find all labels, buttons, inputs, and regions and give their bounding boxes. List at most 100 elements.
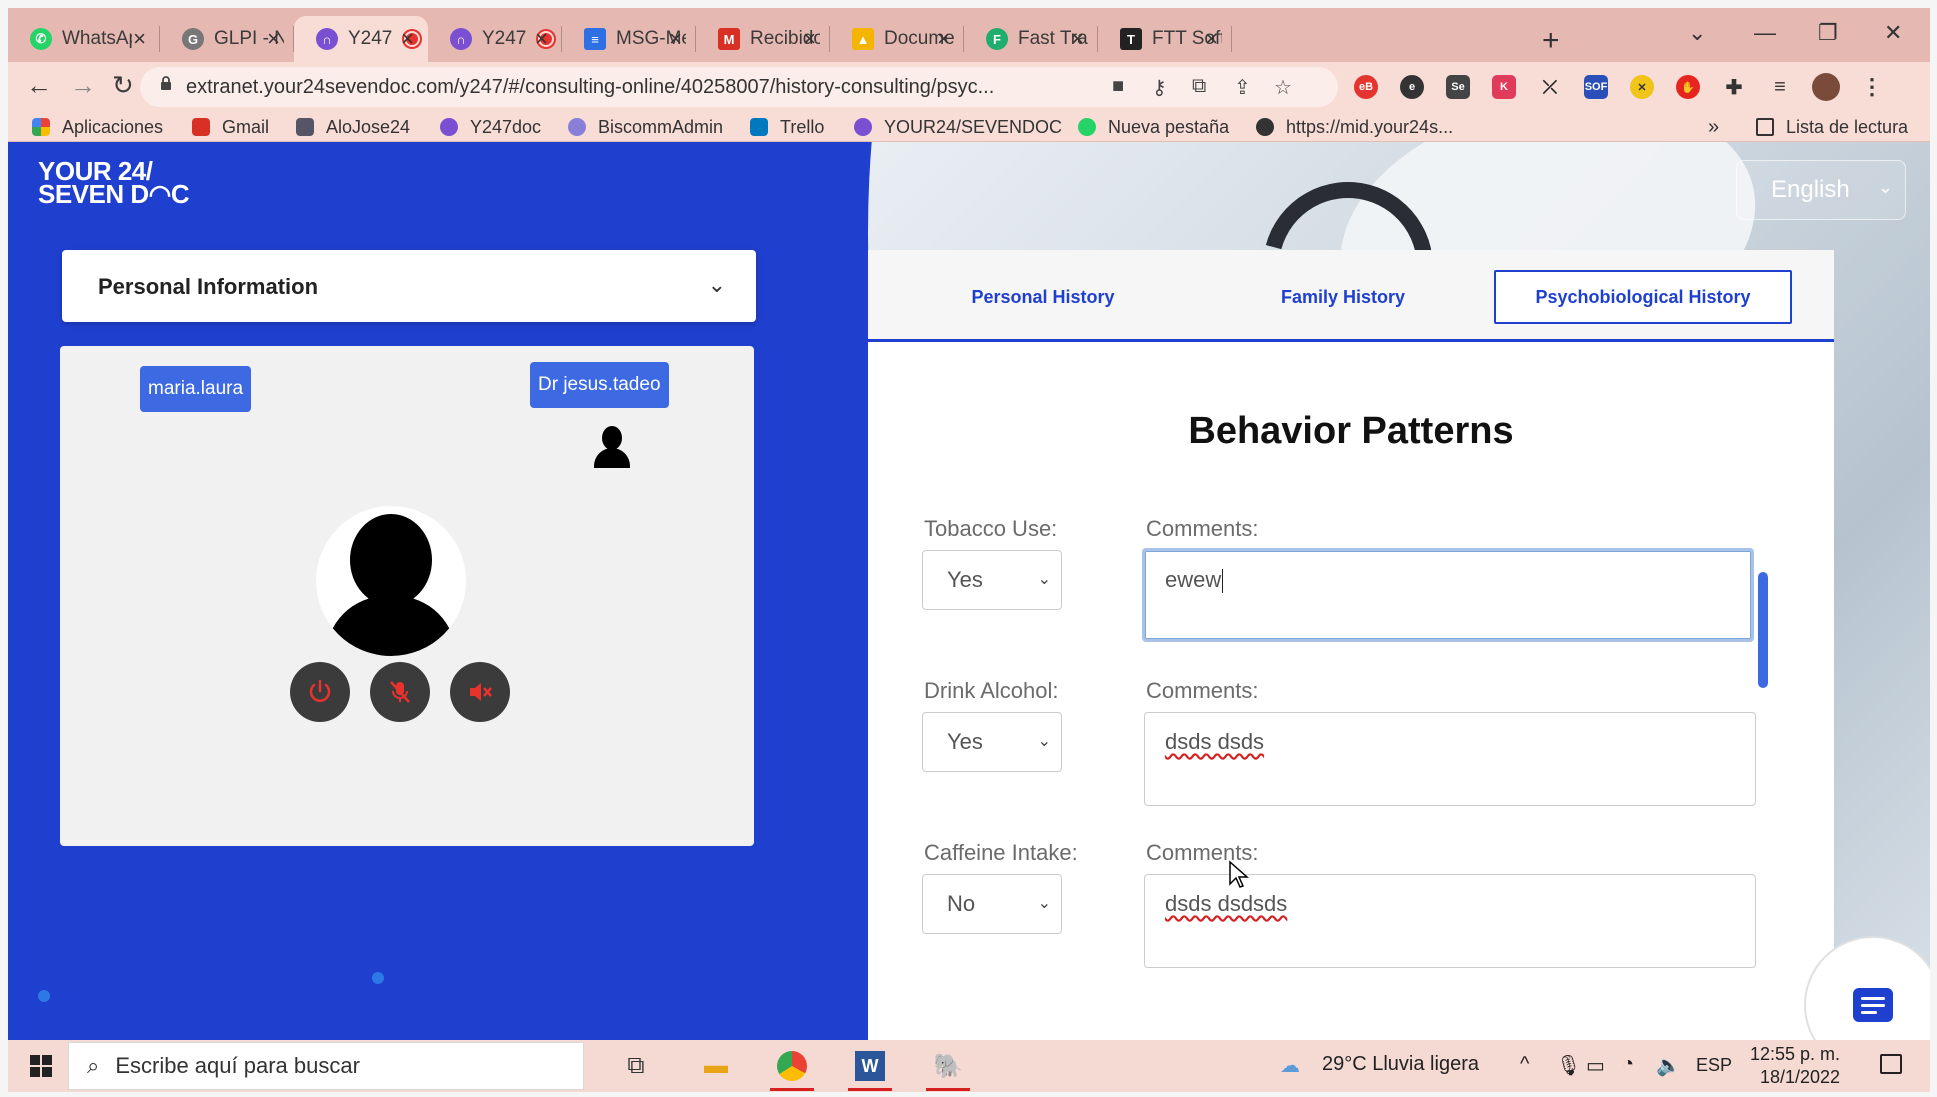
tab-family-history[interactable]: Family History bbox=[1198, 270, 1488, 324]
fasttrack-icon: F bbox=[986, 28, 1008, 50]
extension-icon[interactable]: ✕ bbox=[1630, 75, 1654, 99]
chrome-taskbar-button[interactable] bbox=[764, 1044, 820, 1091]
file-explorer-icon[interactable]: ▬ bbox=[688, 1044, 744, 1088]
tobacco-use-select[interactable]: Yes ⌄ bbox=[922, 550, 1062, 610]
browser-tab-drive[interactable]: ▲ Documen × bbox=[830, 16, 964, 62]
close-tab-icon[interactable]: × bbox=[401, 26, 414, 52]
adblock-icon[interactable]: ✋ bbox=[1676, 75, 1700, 99]
bookmark-y247doc[interactable]: Y247doc bbox=[440, 112, 541, 142]
bookmark-gmail[interactable]: Gmail bbox=[192, 112, 269, 142]
postgres-taskbar-button[interactable]: 🐘 bbox=[920, 1044, 976, 1091]
browser-tab-gmail[interactable]: M Recibido × bbox=[696, 16, 830, 62]
carousel-dot[interactable] bbox=[38, 990, 50, 1002]
alcohol-comments-textarea[interactable]: dsds dsds bbox=[1144, 712, 1756, 806]
y247-icon: ∩ bbox=[450, 28, 472, 50]
close-tab-icon[interactable]: × bbox=[937, 26, 950, 52]
profile-avatar[interactable] bbox=[1812, 73, 1840, 101]
bookmark-label: Gmail bbox=[222, 116, 270, 137]
close-tab-icon[interactable]: × bbox=[267, 26, 280, 52]
taskbar-search[interactable]: ⌕ Escribe aquí para buscar bbox=[68, 1042, 584, 1090]
mute-speaker-button[interactable] bbox=[450, 662, 510, 722]
tab-personal-history[interactable]: Personal History bbox=[898, 270, 1188, 324]
bookmark-alojose24[interactable]: AloJose24 bbox=[296, 112, 410, 142]
browser-tab-msg[interactable]: ≡ MSG-Me × bbox=[562, 16, 696, 62]
volume-icon[interactable]: 🔈 bbox=[1656, 1053, 1681, 1078]
more-bookmarks-icon[interactable]: » bbox=[1708, 112, 1719, 142]
notifications-icon[interactable] bbox=[1880, 1054, 1902, 1074]
bookmark-nueva-pestana[interactable]: Nueva pestaña bbox=[1078, 112, 1229, 142]
textarea-value: dsds dsds bbox=[1165, 729, 1265, 754]
close-tab-icon[interactable]: × bbox=[803, 26, 816, 52]
mute-microphone-button[interactable] bbox=[370, 662, 430, 722]
close-tab-icon[interactable]: × bbox=[1205, 26, 1218, 52]
close-tab-icon[interactable]: × bbox=[133, 26, 146, 52]
tab-title: Y247 bbox=[348, 28, 393, 49]
reading-list[interactable]: Lista de lectura bbox=[1756, 112, 1908, 142]
windows-start-icon[interactable] bbox=[30, 1055, 52, 1077]
new-tab-button[interactable]: + bbox=[1542, 24, 1560, 58]
bookmark-mid[interactable]: https://mid.your24s... bbox=[1256, 112, 1453, 142]
forward-button[interactable]: → bbox=[70, 70, 96, 101]
tab-psychobiological-history[interactable]: Psychobiological History bbox=[1494, 270, 1792, 324]
browser-window: ✆ WhatsAp × G GLPI - N × ∩ Y247 × ∩ Y247… bbox=[8, 8, 1930, 1092]
clock-time: 12:55 p. m. bbox=[1750, 1044, 1841, 1064]
camera-icon[interactable]: ■ bbox=[1112, 75, 1124, 98]
puzzle-icon[interactable]: ✚ bbox=[1722, 75, 1746, 99]
browser-tab-ftt[interactable]: T FTT Softw × bbox=[1098, 16, 1232, 62]
microphone-icon[interactable]: 🎙 bbox=[1556, 1053, 1581, 1078]
close-tab-icon[interactable]: × bbox=[1071, 26, 1084, 52]
reload-button[interactable]: ↻ bbox=[112, 70, 134, 101]
browser-tab-whatsapp[interactable]: ✆ WhatsAp × bbox=[8, 16, 160, 62]
browser-tab-y247[interactable]: ∩ Y247 × bbox=[428, 16, 562, 62]
battery-icon[interactable]: ▭ bbox=[1586, 1053, 1605, 1078]
your24sevendoc-logo[interactable]: YOUR 24/ SEVEN D◠C bbox=[38, 158, 190, 209]
input-language[interactable]: ESP bbox=[1696, 1055, 1732, 1076]
form-scrollbar[interactable] bbox=[1758, 572, 1768, 688]
bookmark-your24sevendoc[interactable]: YOUR24/SEVENDOC bbox=[854, 112, 1062, 142]
back-button[interactable]: ← bbox=[26, 70, 52, 101]
tray-chevron-icon[interactable]: ^ bbox=[1520, 1053, 1529, 1076]
caffeine-intake-select[interactable]: No ⌄ bbox=[922, 874, 1062, 934]
restore-button[interactable]: ❐ bbox=[1818, 20, 1838, 46]
tab-search-icon[interactable]: ⌄ bbox=[1688, 20, 1706, 46]
bookmark-label: AloJose24 bbox=[326, 116, 411, 137]
weather-text[interactable]: 29°C Lluvia ligera bbox=[1322, 1053, 1479, 1076]
menu-icon[interactable]: ⋮ bbox=[1860, 74, 1884, 99]
translate-icon[interactable]: ⧉ bbox=[1192, 75, 1206, 98]
wifi-icon[interactable]: ◔ bbox=[1622, 1053, 1634, 1076]
extension-icon[interactable]: K bbox=[1492, 75, 1516, 99]
app-page: YOUR 24/ SEVEN D◠C English ⌄ Personal In… bbox=[8, 142, 1930, 1040]
drink-alcohol-select[interactable]: Yes ⌄ bbox=[922, 712, 1062, 772]
personal-information-accordion[interactable]: Personal Information ⌄ bbox=[62, 250, 756, 322]
tobacco-comments-textarea[interactable]: ewew bbox=[1142, 548, 1754, 642]
browser-tab-y247-active[interactable]: ∩ Y247 × bbox=[294, 16, 428, 62]
carousel-dot[interactable] bbox=[372, 972, 384, 984]
word-taskbar-button[interactable]: W bbox=[842, 1044, 898, 1091]
task-view-icon[interactable]: ⧉ bbox=[608, 1044, 664, 1088]
share-icon[interactable]: ⇪ bbox=[1234, 75, 1251, 100]
close-window-button[interactable]: ✕ bbox=[1884, 20, 1902, 46]
bookmark-apps[interactable]: Aplicaciones bbox=[32, 112, 163, 142]
selenium-extension-icon[interactable]: Se bbox=[1446, 75, 1470, 99]
logo-line2: SEVEN D◠C bbox=[38, 179, 190, 209]
address-bar[interactable]: extranet.your24sevendoc.com/y247/#/consu… bbox=[140, 67, 1338, 107]
close-tab-icon[interactable]: × bbox=[535, 26, 548, 52]
browser-tab-fasttrack[interactable]: F Fast Trac × bbox=[964, 16, 1098, 62]
end-call-button[interactable] bbox=[290, 662, 350, 722]
star-icon[interactable]: ☆ bbox=[1274, 75, 1292, 100]
bookmark-trello[interactable]: Trello bbox=[750, 112, 824, 142]
close-tab-icon[interactable]: × bbox=[669, 26, 682, 52]
taskbar-clock[interactable]: 12:55 p. m. 18/1/2022 bbox=[1750, 1043, 1840, 1089]
extension-icon[interactable]: eB bbox=[1354, 75, 1378, 99]
weather-icon: ☁ bbox=[1280, 1055, 1300, 1077]
bookmark-biscommadmin[interactable]: BiscommAdmin bbox=[568, 112, 723, 142]
extension-icon[interactable]: e bbox=[1400, 75, 1424, 99]
sof-extension-icon[interactable]: SOF bbox=[1584, 75, 1608, 99]
language-select[interactable]: English ⌄ bbox=[1736, 160, 1906, 220]
extension-icon[interactable]: ⤫ bbox=[1538, 75, 1562, 99]
key-icon[interactable]: ⚷ bbox=[1152, 75, 1167, 100]
media-icon[interactable]: ≡ bbox=[1768, 75, 1792, 99]
mouse-cursor-icon bbox=[1229, 860, 1249, 888]
browser-tab-glpi[interactable]: G GLPI - N × bbox=[160, 16, 294, 62]
minimize-button[interactable]: — bbox=[1754, 20, 1776, 46]
